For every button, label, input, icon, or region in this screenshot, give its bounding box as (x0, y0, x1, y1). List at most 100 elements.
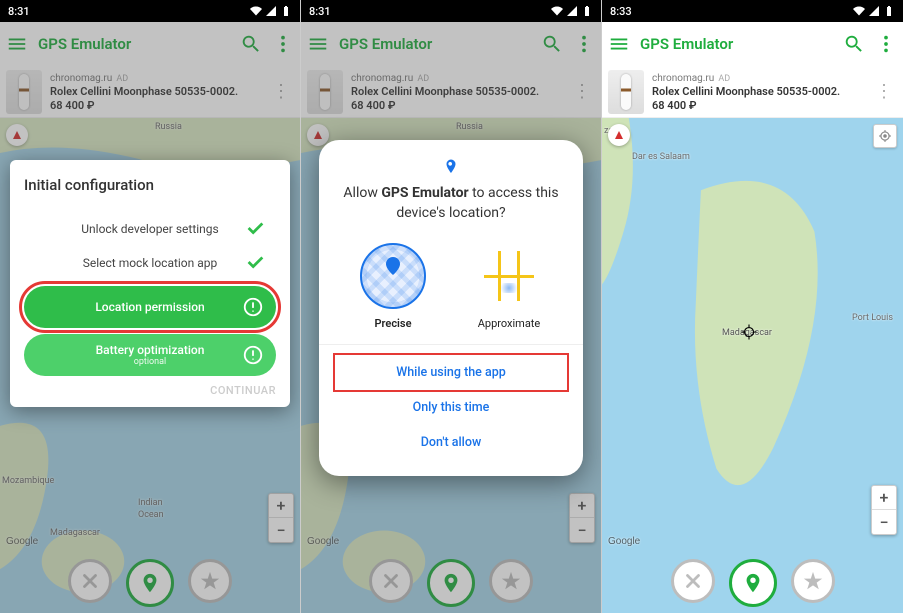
map-label-madagascar: Madagascar (50, 528, 100, 538)
menu-icon[interactable] (307, 33, 329, 55)
menu-icon[interactable] (608, 33, 630, 55)
zoom-out-button[interactable]: − (570, 518, 594, 542)
screenshot-2: 8:31 GPS Emulator chronomag.ruAD Rolex C… (301, 0, 602, 613)
approximate-label: Approximate (478, 317, 541, 330)
map-label-portlouis: Port Louis (852, 313, 893, 323)
config-row-developer: Unlock developer settings (24, 212, 276, 246)
initial-config-dialog: Initial configuration Unlock developer s… (10, 160, 290, 407)
map-label-ocean: Ocean (138, 510, 164, 520)
config-row-developer-label: Unlock developer settings (81, 222, 218, 236)
compass-icon[interactable] (608, 124, 630, 146)
zoom-in-button[interactable]: + (570, 494, 594, 518)
config-row-mock-label: Select mock location app (83, 256, 218, 270)
while-using-app-button[interactable]: While using the app (335, 355, 567, 390)
check-icon (244, 217, 266, 242)
set-location-fab[interactable] (427, 559, 475, 607)
zoom-out-button[interactable]: − (872, 510, 896, 534)
map-label-mozambique: Mozambique (2, 476, 54, 486)
overflow-icon[interactable] (272, 33, 294, 55)
precise-preview (360, 243, 426, 309)
status-right (250, 5, 292, 17)
cancel-fab[interactable] (671, 559, 715, 603)
screenshot-1: 8:31 GPS Emulator chronomag.ruAD Rolex C… (0, 0, 301, 613)
ad-title: Rolex Cellini Moonphase 50535-0002. (351, 85, 565, 99)
target-crosshair-icon (740, 323, 758, 341)
favorite-fab[interactable] (489, 559, 533, 603)
overflow-icon[interactable] (573, 33, 595, 55)
app-bar: GPS Emulator (602, 22, 903, 66)
cancel-fab[interactable] (369, 559, 413, 603)
map-label-dar: Dar es Salaam (632, 152, 690, 162)
dialog-heading: Initial configuration (24, 176, 276, 194)
ad-price: 68 400 ₽ (351, 99, 565, 113)
check-icon (244, 251, 266, 276)
battery-optimization-button[interactable]: Battery optimization optional (24, 334, 276, 376)
compass-icon[interactable] (6, 124, 28, 146)
ad-tag: AD (116, 74, 128, 84)
ad-banner[interactable]: chronomag.ruAD Rolex Cellini Moonphase 5… (301, 66, 601, 118)
cancel-fab[interactable] (68, 559, 112, 603)
location-permission-label: Location permission (95, 300, 204, 314)
approximate-option[interactable]: Approximate (476, 243, 542, 330)
zoom-control: + − (569, 493, 595, 543)
location-permission-button[interactable]: Location permission (24, 286, 276, 328)
zoom-out-button[interactable]: − (269, 518, 293, 542)
battery-icon (581, 5, 593, 17)
ad-thumbnail (6, 70, 42, 114)
google-attrib: Google (608, 536, 640, 547)
ad-thumbnail (307, 70, 343, 114)
dont-allow-button[interactable]: Don't allow (335, 425, 567, 460)
location-pin-icon (335, 158, 567, 176)
fab-row (0, 559, 300, 607)
alert-icon (242, 296, 264, 318)
zoom-in-button[interactable]: + (269, 494, 293, 518)
status-time: 8:31 (309, 5, 331, 18)
precise-label: Precise (374, 317, 411, 330)
battery-optimization-sublabel: optional (96, 357, 205, 367)
search-icon[interactable] (240, 33, 262, 55)
ad-tag: AD (718, 74, 730, 84)
overflow-icon[interactable] (875, 33, 897, 55)
map-label-indian: Indian (138, 498, 163, 508)
ad-title: Rolex Cellini Moonphase 50535-0002. (652, 85, 867, 99)
precise-option[interactable]: Precise (360, 243, 426, 330)
favorite-fab[interactable] (791, 559, 835, 603)
map-label-russia: Russia (155, 122, 182, 132)
search-icon[interactable] (541, 33, 563, 55)
map[interactable]: zania Dar es Salaam Madagascar Port Loui… (602, 118, 903, 613)
zoom-control: + − (268, 493, 294, 543)
permission-title: Allow GPS Emulator to access this device… (335, 184, 567, 223)
battery-optimization-label: Battery optimization (96, 343, 205, 357)
status-bar: 8:31 (0, 0, 300, 22)
ad-domain: chronomag.ru (351, 73, 413, 84)
google-attrib: Google (6, 536, 38, 547)
ad-price: 68 400 ₽ (652, 99, 867, 113)
config-row-mock: Select mock location app (24, 246, 276, 280)
google-attrib: Google (307, 536, 339, 547)
wifi-icon (853, 5, 865, 17)
ad-banner[interactable]: chronomag.ruAD Rolex Cellini Moonphase 5… (602, 66, 903, 118)
ad-title: Rolex Cellini Moonphase 50535-0002. (50, 85, 264, 99)
map-label-russia: Russia (456, 122, 483, 132)
alert-icon (242, 344, 264, 366)
set-location-fab[interactable] (729, 559, 777, 607)
ad-domain: chronomag.ru (50, 73, 112, 84)
app-title: GPS Emulator (339, 35, 531, 53)
menu-icon[interactable] (6, 33, 28, 55)
app-title: GPS Emulator (640, 35, 833, 53)
status-time: 8:33 (610, 5, 632, 18)
location-permission-dialog: Allow GPS Emulator to access this device… (319, 140, 583, 476)
status-bar: 8:33 (602, 0, 903, 22)
search-icon[interactable] (843, 33, 865, 55)
ad-thumbnail (608, 70, 644, 114)
set-location-fab[interactable] (126, 559, 174, 607)
ad-banner[interactable]: chronomag.ru AD Rolex Cellini Moonphase 5… (0, 66, 300, 118)
signal-icon (566, 5, 578, 17)
favorite-fab[interactable] (188, 559, 232, 603)
zoom-in-button[interactable]: + (872, 486, 896, 510)
compass-icon[interactable] (307, 124, 329, 146)
battery-icon (280, 5, 292, 17)
only-this-time-button[interactable]: Only this time (335, 390, 567, 425)
continue-button[interactable]: CONTINUAR (24, 384, 276, 397)
my-location-button[interactable] (873, 124, 897, 148)
